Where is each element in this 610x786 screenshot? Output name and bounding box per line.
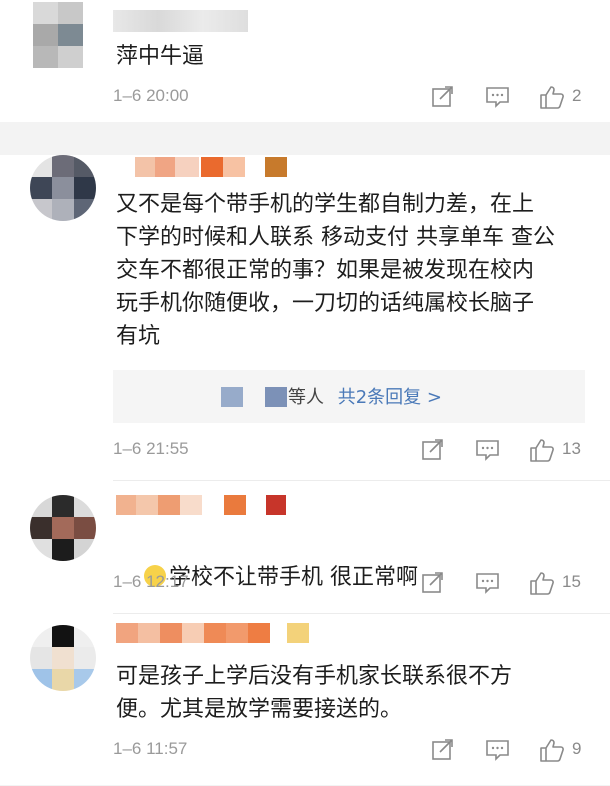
like-icon[interactable] (539, 737, 565, 765)
like-count: 13 (562, 439, 581, 458)
avatar[interactable] (30, 625, 96, 691)
reply-icon[interactable] (475, 437, 501, 465)
like-count: 2 (572, 86, 582, 105)
view-replies-link[interactable]: 共2条回复 > (338, 387, 442, 408)
timestamp: 1–6 20:00 (113, 86, 189, 105)
like-count: 9 (572, 739, 582, 758)
share-icon[interactable] (431, 84, 455, 112)
share-icon[interactable] (421, 437, 445, 465)
reply-icon[interactable] (485, 84, 511, 112)
comment-meta: 1–6 20:00 2 (113, 84, 590, 112)
username-blurred[interactable] (116, 495, 291, 517)
like-icon[interactable] (529, 570, 555, 598)
like-count: 15 (562, 572, 581, 591)
avatar[interactable] (30, 155, 96, 221)
reply-icon[interactable] (485, 737, 511, 765)
comment-meta: 1–6 21:55 13 (113, 437, 590, 465)
avatar[interactable] (33, 2, 83, 68)
timestamp: 1–6 21:55 (113, 439, 189, 458)
username-blurred[interactable] (116, 623, 314, 645)
share-icon[interactable] (431, 737, 455, 765)
divider (113, 613, 610, 614)
reply-names-suffix: 等人 (288, 387, 324, 408)
like-icon[interactable] (529, 437, 555, 465)
username-blurred[interactable] (113, 10, 248, 32)
comment-card-1: 萍中牛逼 1–6 20:00 2 (0, 0, 610, 122)
reply-icon[interactable] (475, 570, 501, 598)
timestamp: 1–6 11:57 (113, 739, 188, 758)
like-icon[interactable] (539, 84, 565, 112)
reply-summary[interactable]: 等人 共2条回复 > (113, 370, 585, 423)
comment-text: 萍中牛逼 (116, 44, 205, 69)
avatar[interactable] (30, 495, 96, 561)
comment-meta: 1–6 11:57 9 (113, 737, 590, 765)
comment-meta: 1–6 12:17 15 (113, 570, 590, 598)
divider (113, 480, 610, 481)
comment-text: 又不是每个带手机的学生都自制力差，在上 下学的时候和人联系 移动支付 共享单车 … (116, 192, 555, 349)
comment-text: 可是孩子上学后没有手机家长联系很不方 便。尤其是放学需要接送的。 (116, 664, 513, 722)
comment-card-2: 又不是每个带手机的学生都自制力差，在上 下学的时候和人联系 移动支付 共享单车 … (0, 155, 610, 785)
timestamp: 1–6 12:17 (113, 572, 189, 591)
share-icon[interactable] (421, 570, 445, 598)
username-blurred[interactable] (135, 157, 288, 179)
